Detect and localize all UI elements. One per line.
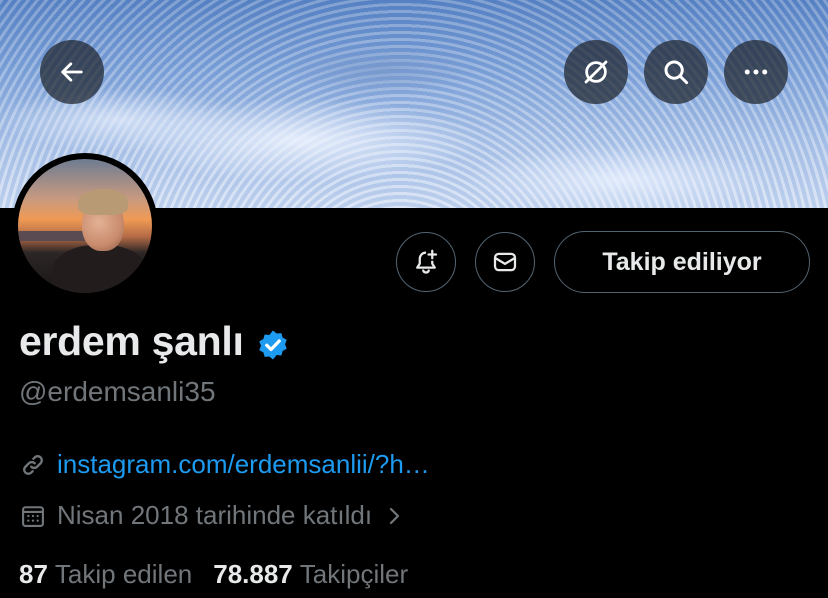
- more-horizontal-icon: [744, 69, 768, 75]
- grok-button[interactable]: [564, 40, 628, 104]
- followers-label: Takipçiler: [299, 559, 409, 589]
- following-label: Takip edilen: [54, 559, 193, 589]
- envelope-icon: [493, 252, 517, 272]
- following-button[interactable]: Takip ediliyor: [554, 231, 810, 293]
- following-count: 87: [19, 559, 48, 589]
- back-button[interactable]: [40, 40, 104, 104]
- arrow-left-icon: [61, 62, 83, 82]
- bell-plus-icon: [416, 249, 438, 274]
- profile-handle: @erdemsanli35: [19, 376, 216, 407]
- avatar-body: [52, 245, 148, 293]
- profile-joined-row[interactable]: Nisan 2018 tarihinde katıldı: [19, 500, 404, 531]
- followers-count: 78.887: [213, 559, 293, 589]
- profile-name-row: erdem şanlı: [19, 318, 290, 365]
- profile-website-link[interactable]: instagram.com/erdemsanlii/?h…: [57, 449, 430, 480]
- followers-stat[interactable]: 78.887 Takipçiler: [213, 559, 408, 590]
- avatar-hair: [78, 189, 128, 215]
- profile-link-row: instagram.com/erdemsanlii/?h…: [19, 449, 430, 480]
- avatar[interactable]: [18, 159, 152, 293]
- avatar-border: [12, 153, 158, 299]
- profile-name: erdem şanlı: [19, 318, 244, 364]
- calendar-icon: [22, 505, 44, 527]
- following-stat[interactable]: 87 Takip edilen: [19, 559, 192, 590]
- link-icon: [23, 454, 43, 475]
- more-button[interactable]: [724, 40, 788, 104]
- profile-joined-date: Nisan 2018 tarihinde katıldı: [57, 500, 373, 530]
- search-icon: [664, 60, 689, 85]
- chevron-right-icon: [389, 507, 400, 524]
- profile-stats: 87 Takip edilen 78.887 Takipçiler: [19, 559, 408, 590]
- verified-badge-icon[interactable]: [256, 328, 290, 362]
- slashed-circle-icon: [584, 60, 608, 84]
- notifications-button[interactable]: [396, 232, 456, 292]
- avatar-background-water: [18, 231, 88, 241]
- message-button[interactable]: [475, 232, 535, 292]
- search-button[interactable]: [644, 40, 708, 104]
